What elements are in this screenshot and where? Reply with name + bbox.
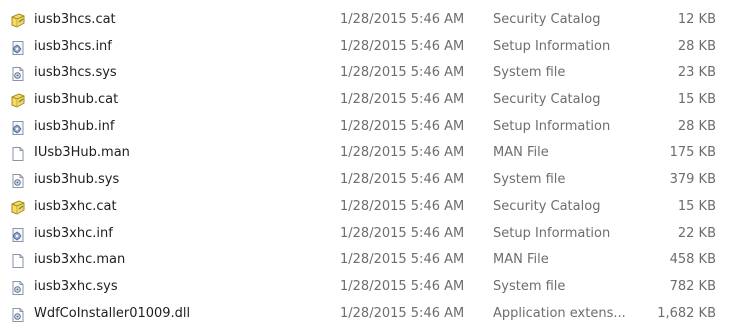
file-type: System file: [493, 172, 566, 188]
file-size: 23 KB: [677, 65, 716, 81]
file-date-modified: 1/28/2015 5:46 AM: [340, 225, 465, 241]
file-size: 15 KB: [677, 92, 716, 108]
file-date-modified: 1/28/2015 5:46 AM: [340, 12, 465, 27]
file-date-modified: 1/28/2015 5:46 AM: [340, 278, 465, 294]
file-name: iusb3hub.sys: [34, 172, 120, 188]
file-row[interactable]: IUsb3Hub.man 1/28/2015 5:46 AM MAN File 175…: [0, 140, 731, 167]
blank-file-icon: [10, 146, 26, 162]
security-catalog-icon: [10, 13, 26, 29]
file-date-modified: 1/28/2015 5:46 AM: [340, 198, 465, 214]
system-file-icon: [10, 66, 26, 82]
file-row[interactable]: iusb3hub.cat 1/28/2015 5:46 AM Security Ca…: [0, 87, 731, 114]
file-name: iusb3xhc.man: [34, 252, 126, 268]
setup-information-icon: [10, 227, 26, 243]
file-name: IUsb3Hub.man: [34, 145, 130, 161]
file-size: 22 KB: [677, 225, 716, 241]
file-type: System file: [493, 65, 566, 81]
file-name: iusb3hub.inf: [34, 118, 115, 134]
file-size: 379 KB: [669, 172, 716, 188]
setup-information-icon: [10, 40, 26, 56]
blank-file-icon: [10, 253, 26, 269]
file-type: Security Catalog: [493, 198, 601, 214]
file-name: iusb3xhc.inf: [34, 225, 113, 241]
file-date-modified: 1/28/2015 5:46 AM: [340, 38, 465, 54]
file-size: 12 KB: [677, 12, 716, 27]
file-name: iusb3hcs.cat: [34, 12, 116, 27]
file-date-modified: 1/28/2015 5:46 AM: [340, 172, 465, 188]
system-file-icon: [10, 173, 26, 189]
file-row[interactable]: iusb3xhc.inf 1/28/2015 5:46 AM Setup Infor…: [0, 221, 731, 248]
file-size: 175 KB: [669, 145, 716, 161]
file-list: iusb3hcs.cat 1/28/2015 5:46 AM Security Ca…: [0, 0, 731, 326]
file-row[interactable]: WdfCoInstaller01009.dll 1/28/2015 5:46 AM…: [0, 301, 731, 327]
file-date-modified: 1/28/2015 5:46 AM: [340, 118, 465, 134]
security-catalog-icon: [10, 93, 26, 109]
file-name: WdfCoInstaller01009.dll: [34, 305, 191, 321]
file-size: 458 KB: [669, 252, 716, 268]
file-row[interactable]: iusb3hcs.sys 1/28/2015 5:46 AM System file…: [0, 60, 731, 87]
file-size: 782 KB: [669, 278, 716, 294]
file-row[interactable]: iusb3xhc.sys 1/28/2015 5:46 AM System file…: [0, 274, 731, 301]
file-size: 28 KB: [677, 118, 716, 134]
file-type: Application extens...: [493, 305, 626, 321]
security-catalog-icon: [10, 200, 26, 216]
file-name: iusb3hcs.sys: [34, 65, 117, 81]
setup-information-icon: [10, 120, 26, 136]
file-type: System file: [493, 278, 566, 294]
file-type: Setup Information: [493, 225, 611, 241]
file-type: Security Catalog: [493, 92, 601, 108]
file-name: iusb3hcs.inf: [34, 38, 112, 54]
file-name: iusb3hub.cat: [34, 92, 119, 108]
file-date-modified: 1/28/2015 5:46 AM: [340, 65, 465, 81]
file-type: Setup Information: [493, 38, 611, 54]
file-row[interactable]: iusb3hub.sys 1/28/2015 5:46 AM System file…: [0, 167, 731, 194]
file-size: 28 KB: [677, 38, 716, 54]
file-row[interactable]: iusb3xhc.cat 1/28/2015 5:46 AM Security Ca…: [0, 194, 731, 221]
file-name: iusb3xhc.sys: [34, 278, 118, 294]
file-date-modified: 1/28/2015 5:46 AM: [340, 252, 465, 268]
file-size: 1,682 KB: [657, 305, 716, 321]
file-row[interactable]: iusb3hub.inf 1/28/2015 5:46 AM Setup Infor…: [0, 114, 731, 141]
file-type: Security Catalog: [493, 12, 601, 27]
file-type: Setup Information: [493, 118, 611, 134]
file-date-modified: 1/28/2015 5:46 AM: [340, 305, 465, 321]
file-row[interactable]: iusb3hcs.cat 1/28/2015 5:46 AM Security Ca…: [0, 7, 731, 34]
system-file-icon: [10, 307, 26, 323]
file-type: MAN File: [493, 145, 549, 161]
file-row[interactable]: iusb3xhc.man 1/28/2015 5:46 AM MAN File 458…: [0, 247, 731, 274]
file-size: 15 KB: [677, 198, 716, 214]
file-date-modified: 1/28/2015 5:46 AM: [340, 92, 465, 108]
system-file-icon: [10, 280, 26, 296]
file-row[interactable]: iusb3hcs.inf 1/28/2015 5:46 AM Setup Infor…: [0, 34, 731, 61]
file-date-modified: 1/28/2015 5:46 AM: [340, 145, 465, 161]
file-name: iusb3xhc.cat: [34, 198, 117, 214]
file-type: MAN File: [493, 252, 549, 268]
